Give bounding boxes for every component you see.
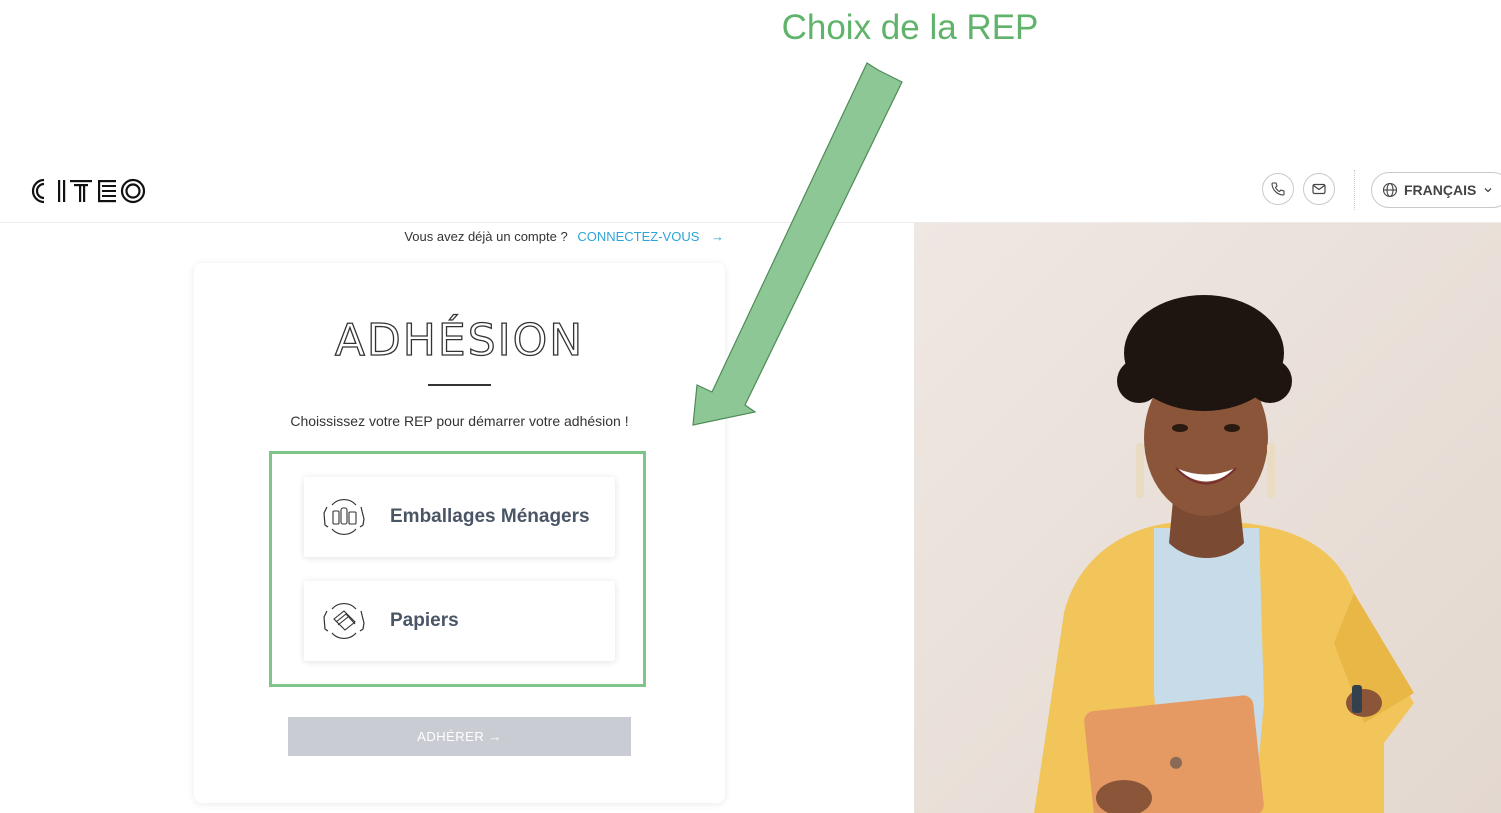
signup-pane: Vous avez déjà un compte ? CONNECTEZ-VOU… <box>0 223 914 813</box>
hero-photo <box>914 223 1501 813</box>
arrow-right-icon[interactable]: → <box>711 229 724 244</box>
login-question: Vous avez déjà un compte ? <box>404 229 568 244</box>
rep-option-papers[interactable]: Papiers <box>304 581 615 661</box>
papers-icon <box>323 603 365 639</box>
person-with-tablet-illustration <box>914 223 1501 813</box>
instruction-text: Choississez votre REP pour démarrer votr… <box>290 413 629 429</box>
join-button[interactable]: ADHÉRER → <box>288 717 631 756</box>
rep-option-label: Emballages Ménagers <box>390 506 590 527</box>
login-link[interactable]: CONNECTEZ-VOUS <box>577 229 699 244</box>
phone-icon <box>1271 182 1285 196</box>
header-separator <box>1354 170 1355 210</box>
household-packaging-icon <box>323 499 365 535</box>
language-label: FRANÇAIS <box>1404 182 1477 198</box>
mail-button[interactable] <box>1303 173 1335 205</box>
title-divider <box>428 384 491 386</box>
citeo-logo[interactable] <box>28 174 158 208</box>
login-prompt: Vous avez déjà un compte ? CONNECTEZ-VOU… <box>0 229 724 244</box>
phone-button[interactable] <box>1262 173 1294 205</box>
page-title: ADHÉSION <box>334 314 585 366</box>
annotation-title: Choix de la REP <box>781 8 1039 47</box>
chevron-down-icon <box>1484 188 1492 193</box>
rep-option-household-packaging[interactable]: Emballages Ménagers <box>304 477 615 557</box>
rep-option-label: Papiers <box>390 610 459 631</box>
language-selector[interactable]: FRANÇAIS <box>1371 172 1501 208</box>
globe-icon <box>1382 182 1398 198</box>
site-header: FRANÇAIS <box>0 160 1501 223</box>
mail-icon <box>1312 183 1326 195</box>
